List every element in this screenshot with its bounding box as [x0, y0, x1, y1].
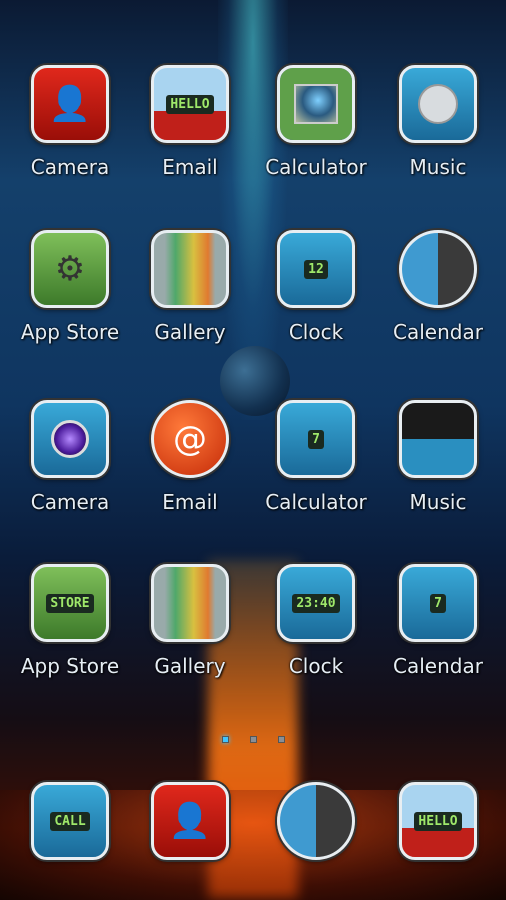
purple-lens-robot-icon[interactable]: [31, 400, 109, 478]
app-app-store[interactable]: ⚙ App Store: [10, 230, 130, 344]
call-phone-icon[interactable]: CALL: [31, 782, 109, 860]
app-camera[interactable]: Camera: [10, 400, 130, 514]
app-label: Calculator: [265, 490, 367, 514]
app-clock[interactable]: 23:40 Clock: [256, 564, 376, 678]
rainbow-panel-icon[interactable]: [151, 564, 229, 642]
icon-screen-text: HELLO: [414, 811, 462, 831]
icon-screen-text: STORE: [46, 593, 94, 613]
icon-glyph: 👤: [168, 801, 212, 841]
app-app-store[interactable]: STORE App Store: [10, 564, 130, 678]
green-store-crate-icon[interactable]: STORE: [31, 564, 109, 642]
app-label: Gallery: [154, 320, 226, 344]
app-label: Clock: [288, 654, 344, 678]
page-dot-3[interactable]: [277, 736, 285, 743]
rainbow-panel-icon[interactable]: [151, 230, 229, 308]
app-clock[interactable]: 12 Clock: [256, 230, 376, 344]
hello-robot-icon[interactable]: HELLO: [399, 782, 477, 860]
icon-glyph: 👤: [48, 84, 92, 124]
app-music[interactable]: Music: [378, 400, 498, 514]
icon-screen-text: 7: [430, 593, 446, 613]
icon-screen-text: 7: [308, 429, 324, 449]
mechanical-earth-icon[interactable]: [399, 230, 477, 308]
app-label: Music: [409, 155, 467, 179]
app-label: Camera: [30, 490, 110, 514]
app-label: Email: [162, 490, 218, 514]
app-email[interactable]: @ Email: [130, 400, 250, 514]
app-label: Camera: [30, 155, 110, 179]
digital-clock-robot-icon[interactable]: 23:40: [277, 564, 355, 642]
icon-screen-text: 12: [304, 259, 328, 279]
icon-screen-text: HELLO: [166, 94, 214, 114]
icon-glyph: ⚙: [54, 249, 86, 289]
monitor-screen: [294, 84, 338, 124]
icon-screen-text: CALL: [50, 811, 90, 831]
app-camera[interactable]: 👤 Camera: [10, 65, 130, 179]
app-hello-robot[interactable]: HELLO: [378, 782, 498, 860]
app-email[interactable]: HELLO Email: [130, 65, 250, 179]
app-label: App Store: [20, 654, 120, 678]
red-robot-person-icon[interactable]: 👤: [151, 782, 229, 860]
orange-at-sphere-icon[interactable]: @: [151, 400, 229, 478]
app-label: Calculator: [265, 155, 367, 179]
blue-keypad-icon[interactable]: 12: [277, 230, 355, 308]
app-label: App Store: [20, 320, 120, 344]
red-robot-person-icon[interactable]: 👤: [31, 65, 109, 143]
app-call-phone[interactable]: CALL: [10, 782, 130, 860]
app-calendar[interactable]: 7 Calendar: [378, 564, 498, 678]
app-calculator[interactable]: Calculator: [256, 65, 376, 179]
blue-disc-robot-icon[interactable]: [399, 65, 477, 143]
mechanical-earth-icon[interactable]: [277, 782, 355, 860]
app-label: Calendar: [393, 320, 483, 344]
page-dot-2[interactable]: [249, 736, 257, 743]
blue-robot-7-icon[interactable]: 7: [277, 400, 355, 478]
app-label: Gallery: [154, 654, 226, 678]
app-gallery[interactable]: Gallery: [130, 230, 250, 344]
black-dome-robot-icon[interactable]: [399, 400, 477, 478]
hello-robot-icon[interactable]: HELLO: [151, 65, 229, 143]
app-label: Email: [162, 155, 218, 179]
app-label: Clock: [288, 320, 344, 344]
page-dot-1[interactable]: [221, 736, 229, 743]
green-monitor-icon[interactable]: [277, 65, 355, 143]
app-mechanical-earth[interactable]: [256, 782, 376, 860]
app-label: Calendar: [393, 654, 483, 678]
app-gallery[interactable]: Gallery: [130, 564, 250, 678]
disc: [418, 84, 458, 124]
lens: [51, 420, 89, 458]
app-calculator[interactable]: 7 Calculator: [256, 400, 376, 514]
icon-screen-text: 23:40: [292, 593, 340, 613]
blue-robot-7-icon[interactable]: 7: [399, 564, 477, 642]
app-music[interactable]: Music: [378, 65, 498, 179]
page-indicator[interactable]: [0, 736, 506, 743]
icon-glyph: @: [173, 419, 207, 459]
gears-icon[interactable]: ⚙: [31, 230, 109, 308]
app-label: Music: [409, 490, 467, 514]
app-red-robot-person[interactable]: 👤: [130, 782, 250, 860]
app-calendar[interactable]: Calendar: [378, 230, 498, 344]
